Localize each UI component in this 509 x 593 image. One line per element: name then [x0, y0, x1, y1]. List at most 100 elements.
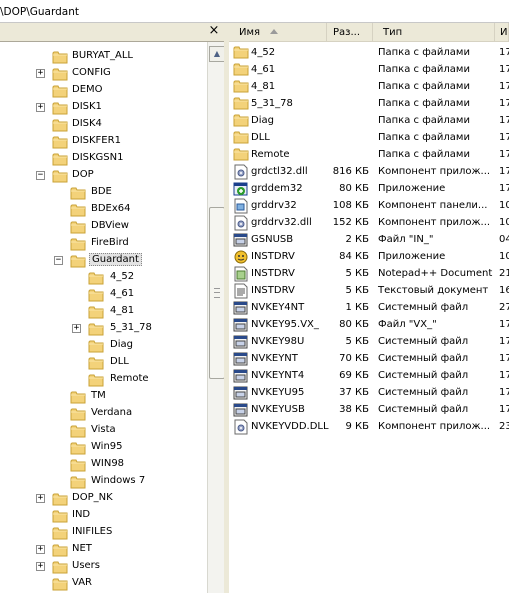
file-row[interactable]: 4_81 Папка с файлами 17 — [229, 78, 509, 95]
file-row[interactable]: NVKEYUSB 38 КБ Системный файл 17 — [229, 401, 509, 418]
file-row[interactable]: grdctl32.dll 816 КБ Компонент прилож... 17 — [229, 163, 509, 180]
file-name: Diag — [251, 115, 274, 126]
file-row[interactable]: INSTDRV 84 КБ Приложение 10 — [229, 248, 509, 265]
tree-item-dll[interactable]: DLL — [0, 354, 207, 371]
folder-icon — [52, 577, 68, 593]
file-modified: 17 — [499, 149, 509, 160]
column-header-name[interactable]: Имя — [229, 23, 327, 41]
tree-scrollbar[interactable]: ▲ — [207, 42, 225, 593]
file-row[interactable]: DLL Папка с файлами 17 — [229, 129, 509, 146]
file-type: Файл "VX_" — [378, 319, 437, 330]
file-modified: 21 — [499, 268, 509, 279]
tree-item-dop[interactable]: − DOP — [0, 167, 207, 184]
file-name: NVKEYVDD.DLL — [251, 421, 329, 432]
tree-item-label: 5_31_78 — [110, 322, 152, 333]
tree-item-4-81[interactable]: 4_81 — [0, 303, 207, 320]
file-row[interactable]: NVKEYU95 37 КБ Системный файл 17 — [229, 384, 509, 401]
address-bar[interactable]: \DOP\Guardant — [0, 0, 509, 23]
file-name: grddrv32.dll — [251, 217, 312, 228]
file-row[interactable]: INSTDRV 5 КБ Текстовый документ 16 — [229, 282, 509, 299]
column-header-modified[interactable]: И — [495, 23, 509, 41]
tree-item-label: DISKFER1 — [72, 135, 121, 146]
tree-item-label: DEMO — [72, 84, 103, 95]
tree-item-label: BDE — [91, 186, 112, 197]
folder-icon — [233, 147, 249, 164]
tree-item-demo[interactable]: DEMO — [0, 82, 207, 99]
tree-item-disk4[interactable]: DISK4 — [0, 116, 207, 133]
file-row[interactable]: INSTDRV 5 КБ Notepad++ Document 21 — [229, 265, 509, 282]
tree-item-verdana[interactable]: Verdana — [0, 405, 207, 422]
file-modified: 17 — [499, 183, 509, 194]
tree-item-disk1[interactable]: + DISK1 — [0, 99, 207, 116]
tree-item-5-31-78[interactable]: +5_31_78 — [0, 320, 207, 337]
tree-item-win98[interactable]: WIN98 — [0, 456, 207, 473]
scroll-up-arrow-icon[interactable]: ▲ — [209, 46, 225, 62]
tree-item-4-61[interactable]: 4_61 — [0, 286, 207, 303]
file-modified: 17 — [499, 98, 509, 109]
collapse-icon[interactable]: − — [54, 256, 63, 265]
expand-icon[interactable]: + — [36, 545, 45, 554]
file-row[interactable]: 4_61 Папка с файлами 17 — [229, 61, 509, 78]
tree-item-bde[interactable]: BDE — [0, 184, 207, 201]
file-row[interactable]: 5_31_78 Папка с файлами 17 — [229, 95, 509, 112]
expand-icon[interactable]: + — [36, 103, 45, 112]
file-name: DLL — [251, 132, 270, 143]
tree-item-guardant[interactable]: − Guardant — [0, 252, 207, 269]
tree-item-diskgsn1[interactable]: DISKGSN1 — [0, 150, 207, 167]
tree-item-firebird[interactable]: FireBird — [0, 235, 207, 252]
expand-icon[interactable]: + — [36, 69, 45, 78]
column-header-size[interactable]: Раз... — [327, 23, 373, 41]
tree-item-dop-nk[interactable]: + DOP_NK — [0, 490, 207, 507]
file-row[interactable]: NVKEYNT 70 КБ Системный файл 17 — [229, 350, 509, 367]
scrollbar-thumb[interactable] — [209, 207, 225, 379]
file-type: Приложение — [378, 251, 446, 262]
file-size: 5 КБ — [345, 336, 369, 347]
file-row[interactable]: NVKEYNT4 69 КБ Системный файл 17 — [229, 367, 509, 384]
tree-item-label: DISK1 — [72, 101, 102, 112]
tree-item-var[interactable]: VAR — [0, 575, 207, 592]
file-modified: 10 — [499, 251, 509, 262]
tree-item-diskfer1[interactable]: DISKFER1 — [0, 133, 207, 150]
file-row[interactable]: NVKEY95.VX_ 80 КБ Файл "VX_" 17 — [229, 316, 509, 333]
expand-icon[interactable]: + — [72, 324, 81, 333]
file-row[interactable]: Remote Папка с файлами 17 — [229, 146, 509, 163]
tree-item-windows-7[interactable]: Windows 7 — [0, 473, 207, 490]
tree-item-label: NET — [72, 543, 92, 554]
tree-item-remote[interactable]: Remote — [0, 371, 207, 388]
file-row[interactable]: grddem32 80 КБ Приложение 17 — [229, 180, 509, 197]
file-size: 1 КБ — [345, 302, 369, 313]
tree-item-tm[interactable]: TM — [0, 388, 207, 405]
tree-item-label: Users — [72, 560, 101, 571]
file-row[interactable]: grddrv32.dll 152 КБ Компонент прилож... 10 — [229, 214, 509, 231]
tree-item-net[interactable]: + NET — [0, 541, 207, 558]
tree-item-inifiles[interactable]: INIFILES — [0, 524, 207, 541]
file-name: NVKEYU95 — [251, 387, 305, 398]
tree-item-4-52[interactable]: 4_52 — [0, 269, 207, 286]
file-type: Папка с файлами — [378, 81, 470, 92]
file-name: NVKEY4NT — [251, 302, 305, 313]
column-header-type[interactable]: Тип — [373, 23, 495, 41]
tree-item-buryat-all[interactable]: BURYAT_ALL — [0, 48, 207, 65]
collapse-icon[interactable]: − — [36, 171, 45, 180]
close-icon[interactable]: × — [207, 24, 221, 38]
tree-item-dbview[interactable]: DBView — [0, 218, 207, 235]
file-row[interactable]: Diag Папка с файлами 17 — [229, 112, 509, 129]
file-row[interactable]: NVKEY98U 5 КБ Системный файл 17 — [229, 333, 509, 350]
tree-item-bdex64[interactable]: BDEx64 — [0, 201, 207, 218]
file-row[interactable]: GSNUSB 2 КБ Файл "IN_" 04 — [229, 231, 509, 248]
file-row[interactable]: NVKEY4NT 1 КБ Системный файл 27 — [229, 299, 509, 316]
expand-icon[interactable]: + — [36, 494, 45, 503]
expand-icon[interactable]: + — [36, 562, 45, 571]
file-row[interactable]: grddrv32 108 КБ Компонент панели... 10 — [229, 197, 509, 214]
tree-item-diag[interactable]: Diag — [0, 337, 207, 354]
tree-item-vista[interactable]: Vista — [0, 422, 207, 439]
tree-item-win95[interactable]: Win95 — [0, 439, 207, 456]
file-row[interactable]: NVKEYVDD.DLL 9 КБ Компонент прилож... 23 — [229, 418, 509, 435]
tree-item-label: CONFIG — [72, 67, 111, 78]
tree-item-users[interactable]: + Users — [0, 558, 207, 575]
tree-item-ind[interactable]: IND — [0, 507, 207, 524]
column-type-label: Тип — [383, 27, 403, 38]
tree-item-config[interactable]: + CONFIG — [0, 65, 207, 82]
file-row[interactable]: 4_52 Папка с файлами 17 — [229, 44, 509, 61]
tree-item-label: FireBird — [91, 237, 129, 248]
